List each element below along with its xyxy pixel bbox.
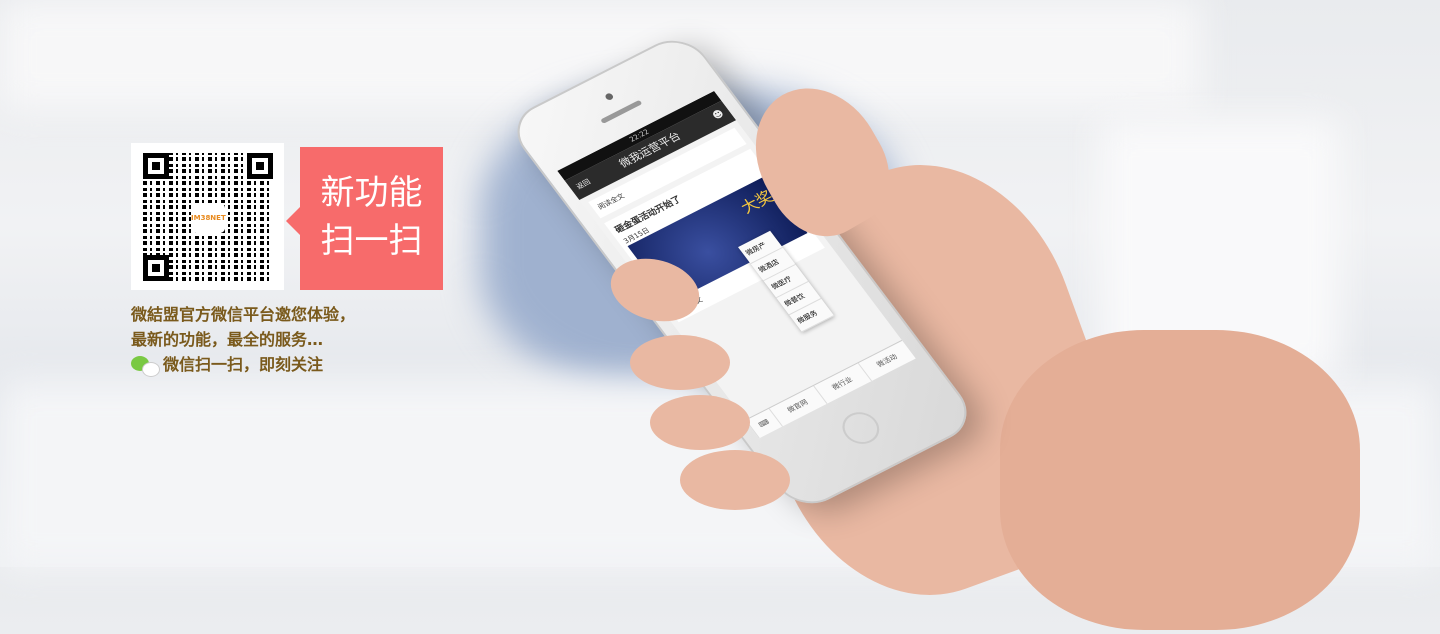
finger <box>680 450 790 510</box>
qr-finder-icon <box>143 255 169 281</box>
qr-finder-icon <box>143 153 169 179</box>
tab-bar: ⌨ 微官网 微行业 微活动 <box>744 339 916 439</box>
finger <box>630 335 730 390</box>
user-icon[interactable]: ☻ <box>707 103 731 127</box>
qr-code-card[interactable]: IM38NET <box>131 143 284 290</box>
badge-line1: 新功能 <box>320 173 423 213</box>
speaker-grille <box>600 99 643 124</box>
qr-finder-icon <box>247 153 273 179</box>
camera-icon <box>603 92 615 102</box>
caption-line3: 微信扫一扫，即刻关注 <box>163 355 324 374</box>
caption-line1: 微結盟官方微信平台邀您体验， <box>131 305 356 324</box>
home-button <box>835 406 887 450</box>
finger <box>650 395 750 450</box>
promo-caption: 微結盟官方微信平台邀您体验， 最新的功能，最全的服务… 微信扫一扫，即刻关注 <box>131 302 355 377</box>
caption-line2: 最新的功能，最全的服务… <box>131 330 324 349</box>
wechat-icon <box>131 355 160 377</box>
hand-wrist <box>1000 330 1360 630</box>
new-feature-badge: 新功能 扫一扫 <box>286 147 443 290</box>
tab-item[interactable]: 微活动 <box>857 340 916 382</box>
badge-line2: 扫一扫 <box>320 221 423 261</box>
qr-logo: IM38NET <box>191 203 226 233</box>
back-button[interactable]: 返回 <box>570 171 597 197</box>
